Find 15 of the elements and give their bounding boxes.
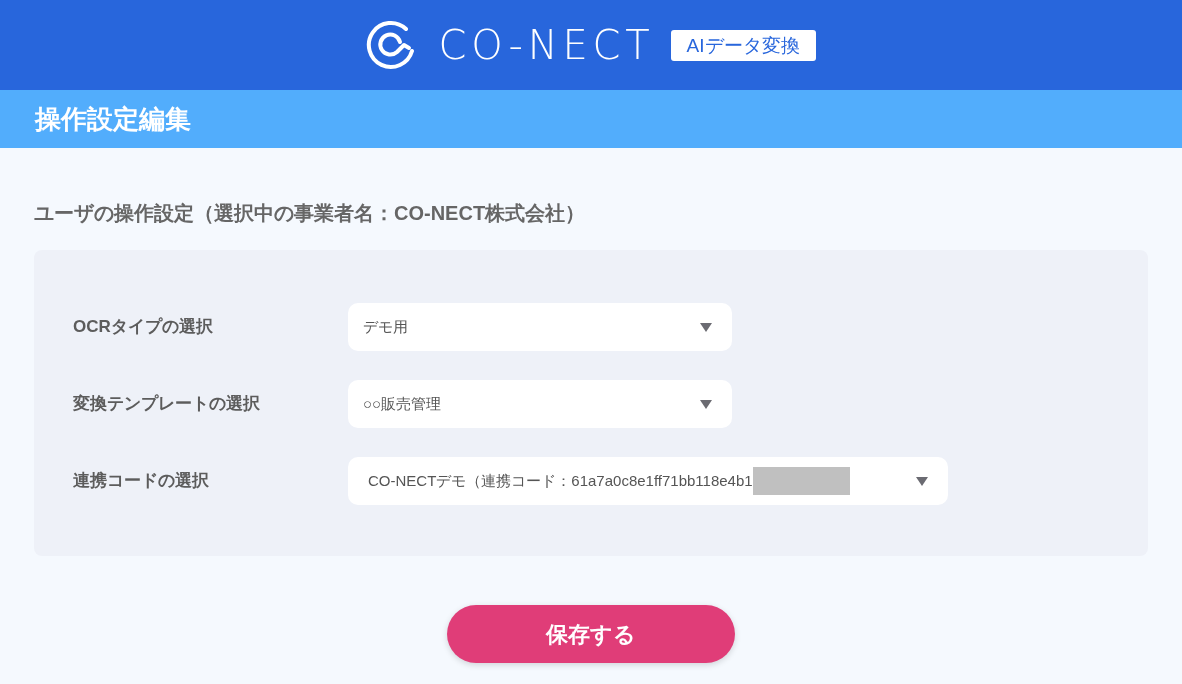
caret-icon — [700, 322, 712, 332]
select-field[interactable]: デモ用 — [348, 303, 732, 351]
product-badge: AIデータ変換 — [670, 29, 816, 61]
save-button[interactable]: 保存する — [447, 605, 735, 663]
section-heading: ユーザの操作設定（選択中の事業者名：CO-NECT株式会社） — [34, 201, 586, 226]
brand-name: CO-NECT — [438, 25, 655, 65]
caret-icon — [700, 399, 712, 409]
select-field[interactable]: ○○販売管理 — [348, 380, 732, 428]
caret-icon — [916, 476, 928, 486]
select-field[interactable]: CO-NECTデモ（連携コード：61a7a0c8e1ff71bb118e4b1 — [348, 457, 948, 505]
field-label: 変換テンプレートの選択 — [73, 393, 261, 416]
field-label: 連携コードの選択 — [73, 470, 210, 493]
field-label: OCRタイプの選択 — [73, 316, 214, 339]
logo-icon — [366, 20, 417, 70]
page-title: 操作設定編集 — [35, 106, 191, 132]
